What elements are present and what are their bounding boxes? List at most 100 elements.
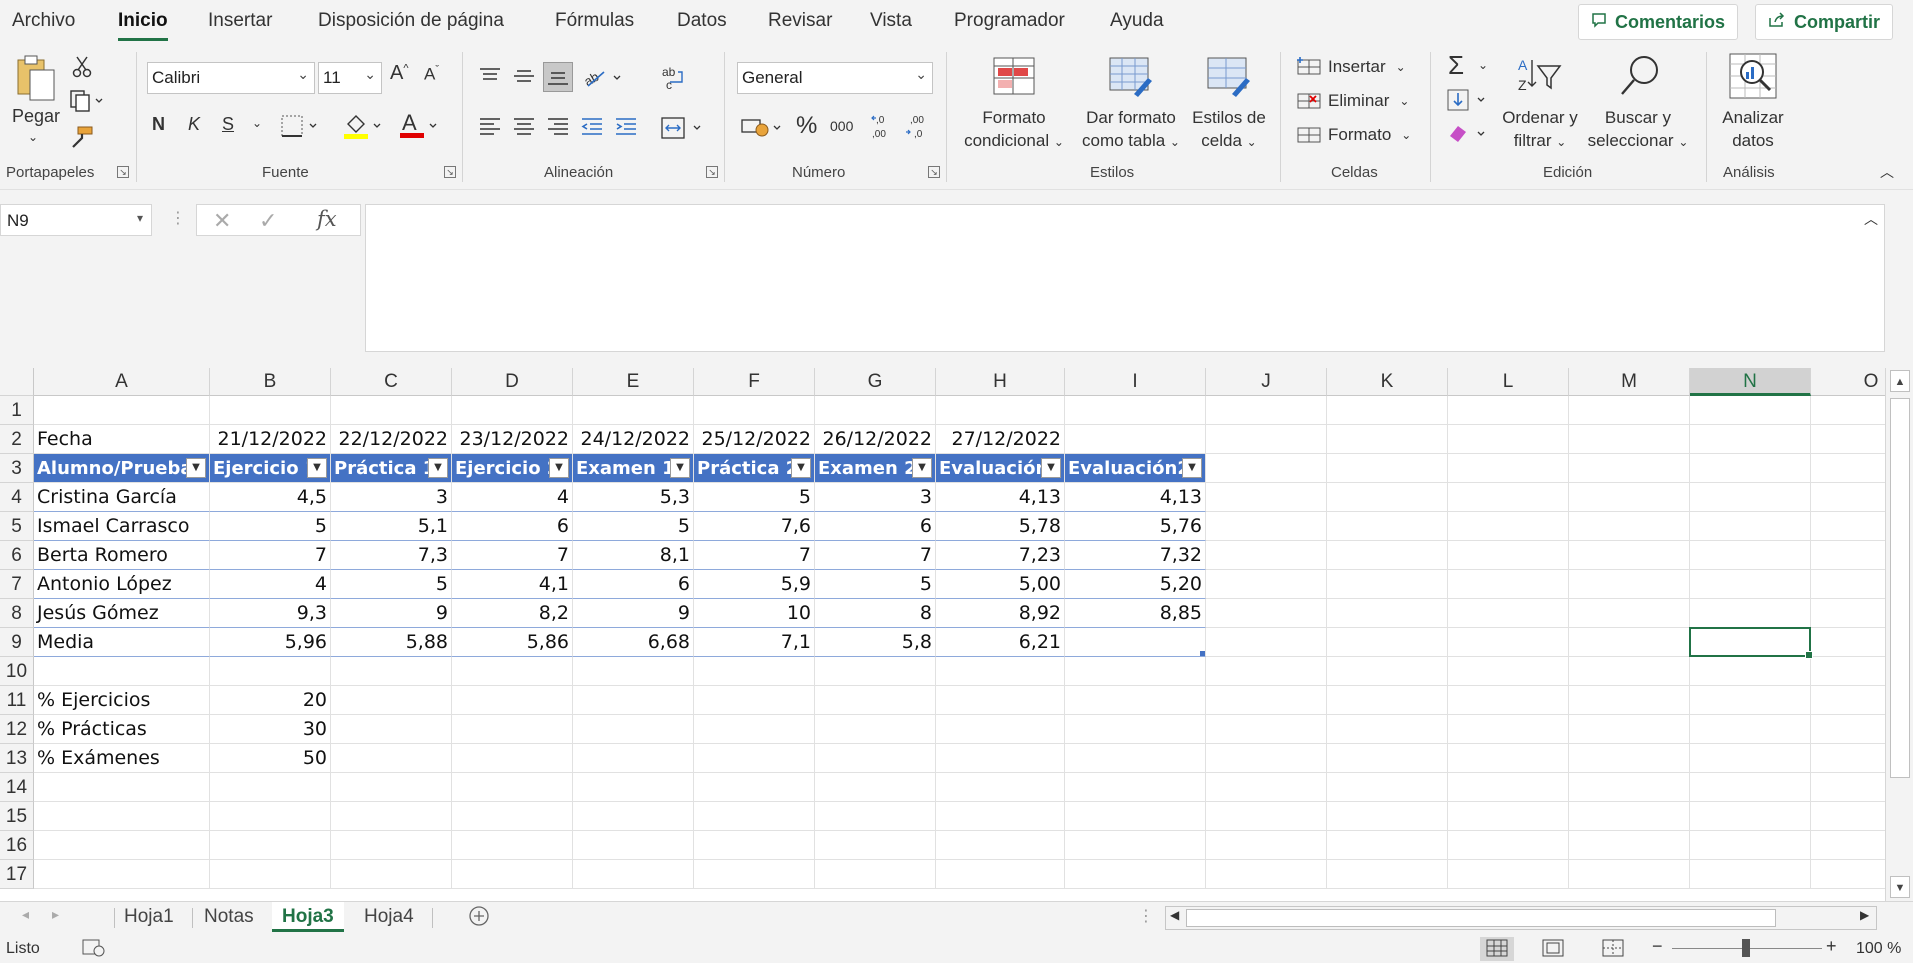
find-select-icon[interactable] xyxy=(1618,54,1664,103)
paste-icon[interactable] xyxy=(14,54,58,107)
column-header-k[interactable]: K xyxy=(1327,368,1448,396)
share-button[interactable]: Compartir xyxy=(1755,4,1894,40)
grade-cell[interactable]: 4 xyxy=(452,483,573,512)
empty-cell[interactable] xyxy=(1569,541,1690,570)
grade-cell[interactable]: 5,9 xyxy=(694,570,815,599)
comments-button[interactable]: Comentarios xyxy=(1578,4,1739,40)
grade-cell[interactable]: 7,3 xyxy=(331,541,452,570)
table-header-cell[interactable]: Ejercicio 1 ▼ xyxy=(210,454,331,483)
row-header-7[interactable]: 7 xyxy=(0,570,34,599)
font-name-select[interactable]: Calibri ⌄ xyxy=(147,62,315,94)
empty-cell[interactable] xyxy=(1327,657,1448,686)
empty-cell[interactable] xyxy=(815,396,936,425)
grade-cell[interactable]: 5,00 xyxy=(936,570,1065,599)
empty-cell[interactable] xyxy=(1448,686,1569,715)
row-header-6[interactable]: 6 xyxy=(0,541,34,570)
fill-icon[interactable] xyxy=(1446,88,1490,117)
decrease-indent-icon[interactable] xyxy=(580,116,604,141)
empty-cell[interactable] xyxy=(34,802,210,831)
empty-cell[interactable] xyxy=(210,396,331,425)
zoom-slider-thumb[interactable] xyxy=(1742,939,1750,957)
table-header-cell[interactable]: Práctica 2 ▼ xyxy=(694,454,815,483)
empty-cell[interactable] xyxy=(1327,570,1448,599)
empty-cell[interactable] xyxy=(1569,396,1690,425)
empty-cell[interactable] xyxy=(1569,483,1690,512)
table-header-cell[interactable]: Examen 2 ▼ xyxy=(815,454,936,483)
empty-cell[interactable] xyxy=(34,396,210,425)
empty-cell[interactable] xyxy=(1569,773,1690,802)
cell-styles-button[interactable]: Estilos de celda ⌄ xyxy=(1189,106,1269,154)
empty-cell[interactable] xyxy=(1448,425,1569,454)
empty-cell[interactable] xyxy=(210,773,331,802)
grade-cell[interactable]: 5 xyxy=(815,570,936,599)
column-header-j[interactable]: J xyxy=(1206,368,1327,396)
tab-programador[interactable]: Programador xyxy=(954,10,1065,32)
column-header-l[interactable]: L xyxy=(1448,368,1569,396)
empty-cell[interactable] xyxy=(1206,657,1327,686)
tab-ayuda[interactable]: Ayuda xyxy=(1110,10,1164,32)
student-name-cell[interactable]: Antonio López xyxy=(34,570,210,599)
empty-cell[interactable] xyxy=(694,802,815,831)
empty-cell[interactable] xyxy=(1569,686,1690,715)
prev-sheet-icon[interactable]: ◂ xyxy=(22,906,29,923)
empty-cell[interactable] xyxy=(936,744,1065,773)
empty-cell[interactable] xyxy=(1569,831,1690,860)
filter-dropdown-icon[interactable]: ▼ xyxy=(428,458,448,478)
student-name-cell[interactable]: Media xyxy=(34,628,210,657)
grade-cell[interactable]: 6,68 xyxy=(573,628,694,657)
grade-cell[interactable]: 7,6 xyxy=(694,512,815,541)
empty-cell[interactable] xyxy=(1448,657,1569,686)
empty-cell[interactable] xyxy=(1327,483,1448,512)
empty-cell[interactable] xyxy=(573,715,694,744)
weight-value-cell[interactable]: 50 xyxy=(210,744,331,773)
accessibility-icon[interactable] xyxy=(82,939,106,962)
empty-cell[interactable] xyxy=(1569,628,1690,657)
grade-cell[interactable]: 9 xyxy=(331,599,452,628)
date-cell[interactable]: 25/12/2022 xyxy=(694,425,815,454)
grade-cell[interactable]: 5,96 xyxy=(210,628,331,657)
empty-cell[interactable] xyxy=(1690,396,1811,425)
empty-cell[interactable] xyxy=(452,686,573,715)
empty-cell[interactable] xyxy=(815,686,936,715)
empty-cell[interactable] xyxy=(1206,396,1327,425)
column-header-h[interactable]: H xyxy=(936,368,1065,396)
empty-cell[interactable] xyxy=(210,802,331,831)
zoom-level[interactable]: 100 % xyxy=(1856,940,1901,958)
empty-cell[interactable] xyxy=(1811,831,1885,860)
grade-cell[interactable]: 5 xyxy=(694,483,815,512)
tab-insertar[interactable]: Insertar xyxy=(208,10,272,32)
empty-cell[interactable] xyxy=(210,860,331,889)
empty-cell[interactable] xyxy=(1569,425,1690,454)
autosum-icon[interactable]: Σ xyxy=(1448,50,1464,81)
cancel-icon[interactable]: ✕ xyxy=(213,208,231,234)
number-launcher-icon[interactable]: ↘ xyxy=(928,166,940,178)
empty-cell[interactable] xyxy=(694,744,815,773)
row-header-16[interactable]: 16 xyxy=(0,831,34,860)
tab-revisar[interactable]: Revisar xyxy=(768,10,832,32)
empty-cell[interactable] xyxy=(1569,512,1690,541)
empty-cell[interactable] xyxy=(936,657,1065,686)
normal-view-icon[interactable] xyxy=(1480,937,1514,961)
empty-cell[interactable] xyxy=(1811,744,1885,773)
table-resize-handle[interactable] xyxy=(1200,651,1205,656)
empty-cell[interactable] xyxy=(1065,831,1206,860)
weight-value-cell[interactable]: 20 xyxy=(210,686,331,715)
empty-cell[interactable] xyxy=(1690,831,1811,860)
empty-cell[interactable] xyxy=(452,657,573,686)
row-header-13[interactable]: 13 xyxy=(0,744,34,773)
empty-cell[interactable] xyxy=(1690,425,1811,454)
italic-button[interactable]: K xyxy=(188,114,200,135)
grade-cell[interactable]: 5,88 xyxy=(331,628,452,657)
empty-cell[interactable] xyxy=(1327,860,1448,889)
clear-icon[interactable] xyxy=(1446,122,1490,151)
empty-cell[interactable] xyxy=(210,831,331,860)
empty-cell[interactable] xyxy=(936,396,1065,425)
font-launcher-icon[interactable]: ↘ xyxy=(444,166,456,178)
row-header-3[interactable]: 3 xyxy=(0,454,34,483)
empty-cell[interactable] xyxy=(1569,860,1690,889)
grade-cell[interactable]: 7 xyxy=(452,541,573,570)
tab-splitter-icon[interactable]: ⋮ xyxy=(1138,906,1154,926)
empty-cell[interactable] xyxy=(694,773,815,802)
row-header-1[interactable]: 1 xyxy=(0,396,34,425)
sort-filter-button[interactable]: Ordenar y filtrar ⌄ xyxy=(1492,106,1588,154)
